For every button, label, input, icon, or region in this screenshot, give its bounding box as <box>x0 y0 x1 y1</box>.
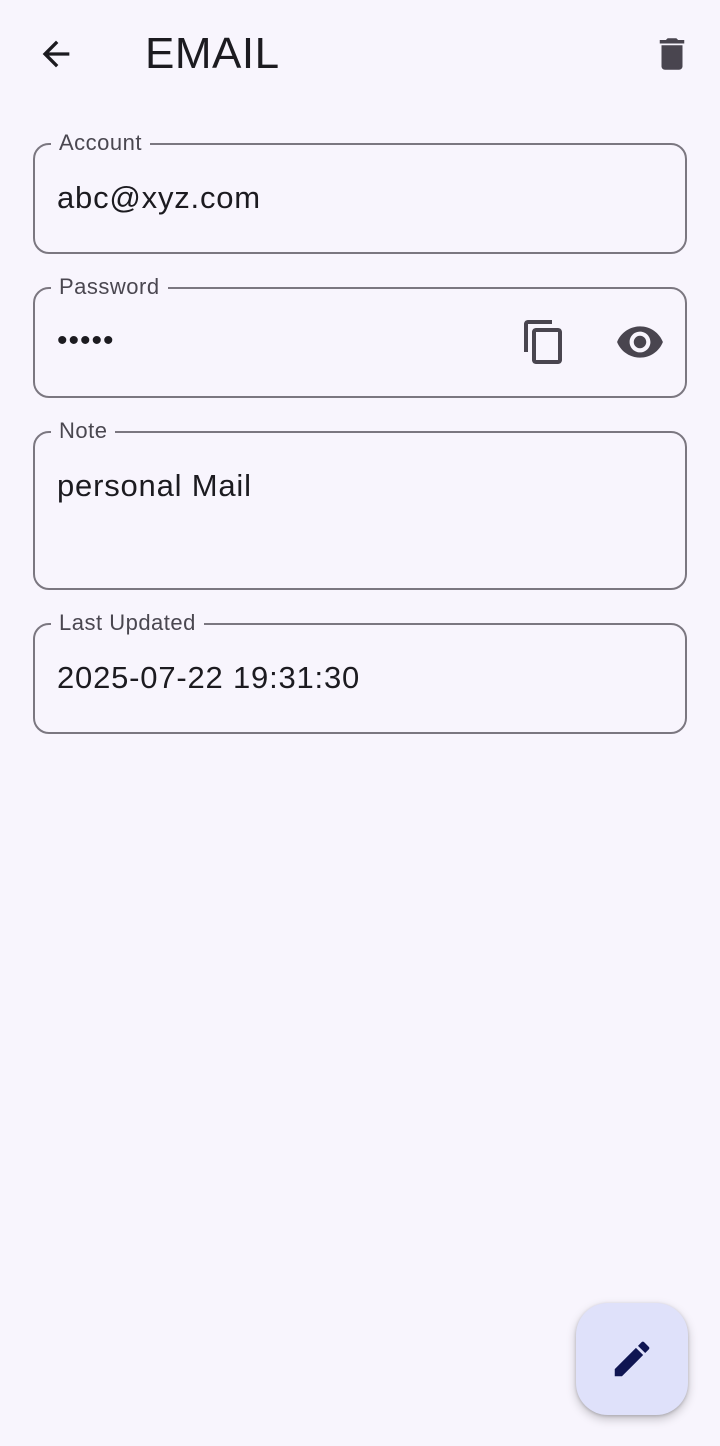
account-value: abc@xyz.com <box>57 180 261 215</box>
note-field[interactable]: Note personal Mail <box>33 418 687 590</box>
eye-icon <box>617 326 663 358</box>
back-button[interactable] <box>28 26 84 82</box>
toggle-visibility-button[interactable] <box>612 314 668 370</box>
edit-button[interactable] <box>576 1303 688 1415</box>
page-title: EMAIL <box>145 29 280 78</box>
copy-icon <box>524 320 562 364</box>
last-updated-value: 2025-07-22 19:31:30 <box>57 660 361 695</box>
pencil-icon <box>614 1341 650 1377</box>
app-bar: EMAIL <box>0 0 720 110</box>
trash-icon <box>659 38 685 70</box>
copy-password-button[interactable] <box>516 314 572 370</box>
password-label: Password <box>51 274 168 300</box>
note-value: personal Mail <box>57 468 252 503</box>
password-value: ••••• <box>57 324 115 357</box>
account-field[interactable]: Account abc@xyz.com <box>33 130 687 254</box>
note-label: Note <box>51 418 116 444</box>
password-field[interactable]: Password ••••• <box>33 274 687 398</box>
last-updated-field: Last Updated 2025-07-22 19:31:30 <box>33 610 687 734</box>
last-updated-label: Last Updated <box>51 610 204 636</box>
account-label: Account <box>51 130 150 156</box>
arrow-back-icon <box>42 40 70 68</box>
delete-button[interactable] <box>644 26 700 82</box>
